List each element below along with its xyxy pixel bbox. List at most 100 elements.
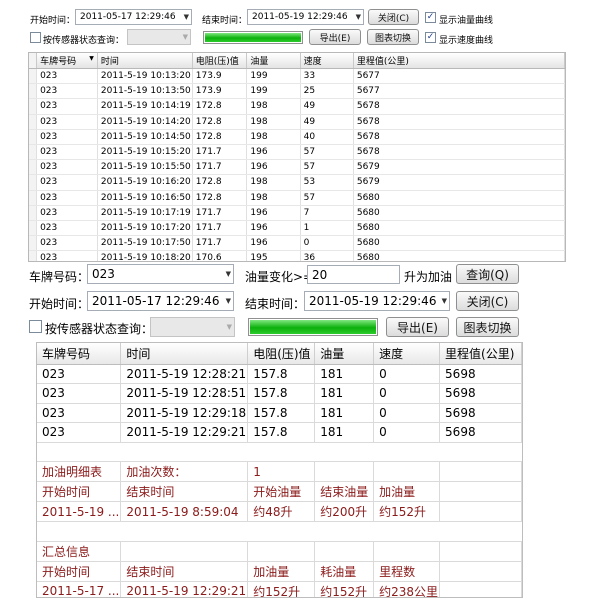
row-selector[interactable] [29,174,38,191]
sensor-state-select[interactable]: ▼ [150,317,235,337]
dropdown-arrow-icon[interactable]: ▼ [184,13,189,21]
refuel-row[interactable]: 2011-5-19 ... 2011-5-19 8:59:04 约48升 约20… [37,501,522,522]
refuel-cell: 约48升 [247,501,316,522]
column-header[interactable]: 车牌号码 [37,343,122,365]
table-cell: 023 [37,403,122,423]
start-time-picker[interactable]: 2011-05-17 12:29:46 ▼ [75,9,192,25]
table-row[interactable]: 023 2011-5-19 12:29:21 157.8 181 0 5698 [37,422,522,443]
chart-toggle-button[interactable]: 图表切换 [367,29,419,45]
end-time-picker[interactable]: 2011-05-19 12:29:46 ▼ [247,9,364,25]
table-row[interactable]: 023 2011-5-19 10:14:19 172.8 198 49 5678 [29,98,565,115]
column-header[interactable]: 车牌号码 ▼ [36,53,98,69]
column-header[interactable]: 电阻(压)值 [192,53,248,69]
row-selector[interactable] [29,159,38,176]
show-speed-curve-label: 显示速度曲线 [439,36,494,46]
fuel-change-input[interactable]: 20 [307,265,400,284]
row-selector[interactable] [29,68,38,85]
export-button[interactable]: 导出(E) [386,317,449,337]
column-header[interactable]: 电阻(压)值 [247,343,316,365]
show-fuel-curve-checkbox[interactable]: ✓ [425,12,436,23]
summary-cell: 约152升 [314,581,375,597]
table-cell: 2011-5-19 10:17:50 [97,235,193,252]
bottom-data-grid[interactable]: 车牌号码 时间 电阻(压)值 油量 速度 里程值(公里) 023 2011-5-… [36,342,523,598]
dropdown-arrow-icon[interactable]: ▼ [226,297,231,305]
table-cell: 5678 [353,114,565,130]
table-cell: 023 [37,422,122,443]
table-row[interactable]: 023 2011-5-19 12:28:21 157.8 181 0 5698 [37,364,522,384]
table-cell: 171.7 [192,235,248,252]
table-cell: 023 [36,174,98,191]
table-cell: 5678 [353,129,565,145]
start-time-picker[interactable]: 2011-05-17 12:29:46 ▼ [87,291,234,311]
table-cell: 023 [36,129,98,145]
table-cell: 5698 [439,364,522,384]
top-data-grid[interactable]: 车牌号码 ▼ 时间 电阻(压)值 油量 速度 里程值(公里) 023 2011-5-… [28,52,566,262]
chart-toggle-button[interactable]: 图表切换 [456,317,519,337]
progress-fill [205,33,301,42]
end-time-picker[interactable]: 2011-05-19 12:29:46 ▼ [304,291,450,311]
row-selector[interactable] [29,114,38,130]
column-header[interactable]: 油量 [314,343,375,365]
row-selector[interactable] [29,205,38,221]
check-icon: ✓ [426,12,435,22]
query-button[interactable]: 查询(Q) [456,264,519,284]
column-header[interactable]: 时间 [120,343,249,365]
row-selector[interactable] [29,190,38,206]
table-row[interactable]: 023 2011-5-19 10:14:50 172.8 198 40 5678 [29,129,565,145]
column-header[interactable]: 时间 [97,53,193,69]
row-selector[interactable] [29,129,38,145]
table-row[interactable]: 023 2011-5-19 10:17:19 171.7 196 7 5680 [29,205,565,221]
dropdown-arrow-icon[interactable]: ▼ [226,270,231,278]
column-header[interactable]: 速度 [373,343,441,365]
table-cell: 5680 [353,220,565,237]
table-cell: 172.8 [192,174,248,191]
table-cell: 2011-5-19 12:29:18 [120,403,249,423]
table-row[interactable]: 023 2011-5-19 10:17:20 171.7 196 1 5680 [29,220,565,237]
sensor-query-checkbox[interactable] [29,320,42,333]
export-button[interactable]: 导出(E) [309,29,361,45]
table-cell: 023 [36,68,98,85]
table-cell: 196 [246,144,301,161]
show-speed-curve-checkbox[interactable]: ✓ [425,32,436,43]
summary-header: 开始时间 [37,561,122,582]
summary-row[interactable]: 2011-5-17 ... 2011-5-19 12:29:21 约152升 约… [37,581,522,597]
table-row[interactable]: 023 2011-5-19 10:13:20 173.9 199 33 5677 [29,68,565,85]
start-time-label: 开始时间： [30,16,76,26]
column-header[interactable]: 速度 [300,53,354,69]
table-cell: 173.9 [192,83,248,100]
table-row[interactable]: 023 2011-5-19 10:14:20 172.8 198 49 5678 [29,114,565,130]
column-header[interactable]: 油量 [246,53,301,69]
table-row[interactable]: 023 2011-5-19 10:18:20 170.6 195 36 5680 [29,250,565,261]
dropdown-arrow-icon[interactable]: ▼ [442,297,447,305]
table-row[interactable]: 023 2011-5-19 12:29:18 157.8 181 0 5698 [37,403,522,423]
close-button[interactable]: 关闭(C) [456,291,519,311]
table-cell: 53 [300,174,354,191]
column-header[interactable]: 里程值(公里) [439,343,522,365]
table-row[interactable]: 023 2011-5-19 12:28:51 157.8 181 0 5698 [37,383,522,404]
row-selector[interactable] [29,98,38,115]
table-row[interactable]: 023 2011-5-19 10:16:20 172.8 198 53 5679 [29,174,565,191]
row-selector[interactable] [29,250,38,261]
fuel-change-suffix: 升为加油 [404,270,453,284]
table-row[interactable]: 023 2011-5-19 10:13:50 173.9 199 25 5677 [29,83,565,100]
plate-select[interactable]: 023 ▼ [87,264,234,284]
column-header[interactable]: 里程值(公里) [353,53,565,69]
refuel-title-row: 加油明细表 加油次数： 1 [37,461,522,482]
sensor-state-select[interactable]: ▼ [127,29,191,45]
row-selector[interactable] [29,220,38,237]
row-selector[interactable] [29,235,38,252]
table-cell: 023 [36,114,98,130]
refuel-count-value: 1 [247,461,316,482]
table-cell: 0 [300,235,354,252]
table-row[interactable]: 023 2011-5-19 10:17:50 171.7 196 0 5680 [29,235,565,252]
sensor-query-checkbox[interactable] [30,32,41,43]
table-row[interactable]: 023 2011-5-19 10:15:20 171.7 196 57 5678 [29,144,565,161]
table-row[interactable]: 023 2011-5-19 10:16:50 172.8 198 57 5680 [29,190,565,206]
dropdown-arrow-icon: ▼ [226,323,232,331]
row-selector[interactable] [29,144,38,161]
dropdown-arrow-icon[interactable]: ▼ [356,13,361,21]
row-selector[interactable] [29,83,38,100]
close-button[interactable]: 关闭(C) [368,9,419,25]
table-cell: 171.7 [192,205,248,221]
table-row[interactable]: 023 2011-5-19 10:15:50 171.7 196 57 5679 [29,159,565,176]
